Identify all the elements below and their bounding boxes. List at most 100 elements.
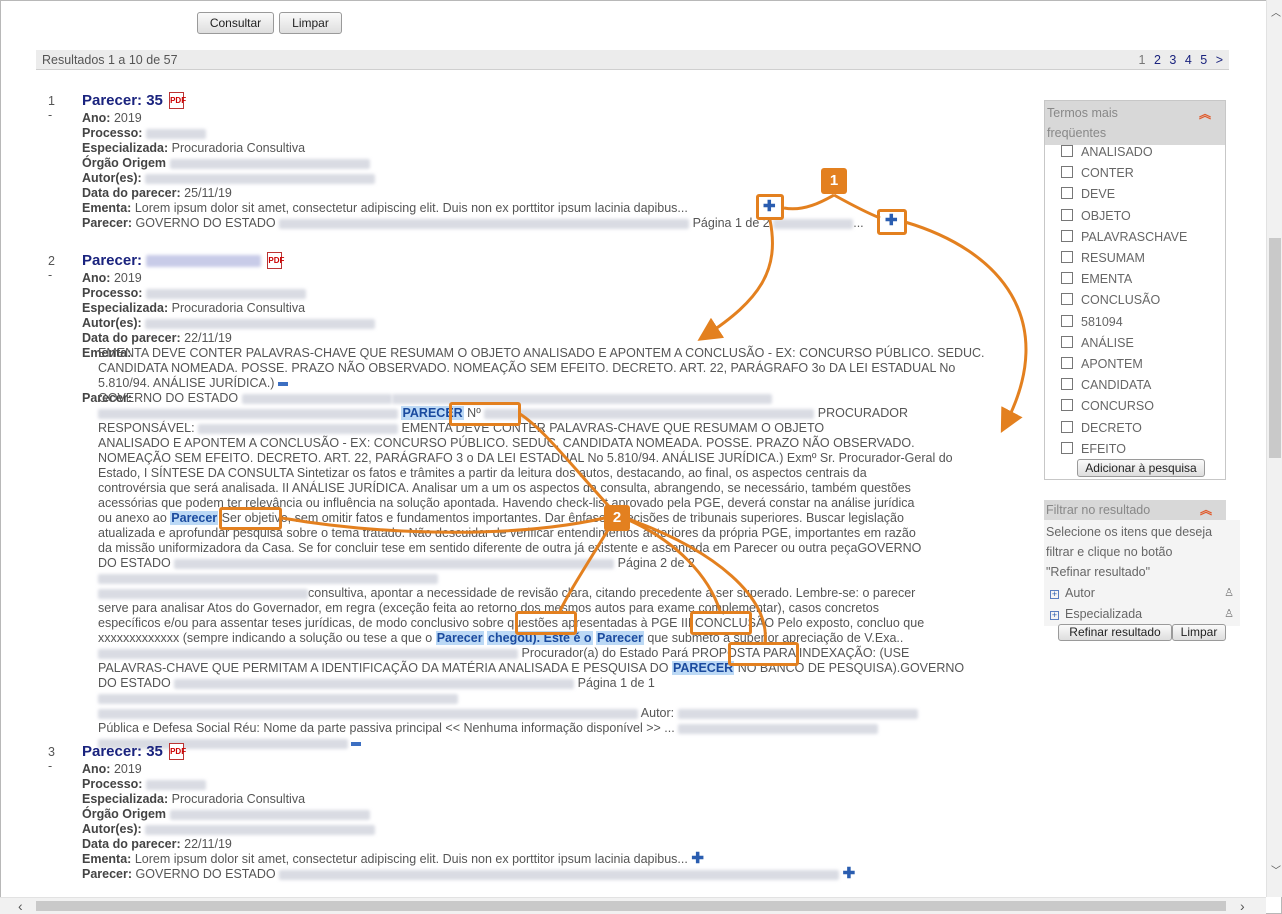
annotation-box	[449, 402, 521, 426]
scroll-right-icon[interactable]: ›	[1240, 898, 1245, 914]
result-index: 1 -	[48, 94, 55, 122]
collapse-icon[interactable]	[351, 741, 362, 746]
frequent-terms-panel: Termos mais freqüentes ︽ ANALISADO CONTER…	[1044, 100, 1226, 480]
annotation-badge-1: 1	[821, 168, 847, 194]
page-link[interactable]: 3	[1169, 53, 1176, 67]
clear-filter-button[interactable]: Limpar	[1172, 624, 1226, 641]
term-label: APONTEM	[1081, 357, 1143, 371]
page-link[interactable]: 5	[1200, 53, 1207, 67]
term-label: CONCURSO	[1081, 399, 1154, 414]
term-label: RESUMAM	[1081, 251, 1145, 265]
pdf-icon[interactable]: PDF	[169, 92, 186, 109]
parecer-text: GOVERNO DO ESTADO PARECER Nº PROCURADOR …	[98, 391, 994, 751]
term-checkbox-item[interactable]: ANALISADO	[1061, 145, 1153, 159]
page-next[interactable]: >	[1216, 53, 1223, 67]
term-checkbox-item[interactable]: DECRETO	[1061, 420, 1142, 435]
result-title[interactable]: Parecer: PDF	[82, 252, 284, 269]
checkbox[interactable]	[1061, 166, 1073, 179]
facet-especializada[interactable]: + Especializada	[1050, 607, 1142, 621]
term-checkbox-item[interactable]: 581094	[1061, 314, 1123, 329]
term-checkbox-item[interactable]: PALAVRASCHAVE	[1061, 229, 1187, 244]
results-bar: Resultados 1 a 10 de 57 1 2 3 4 5 >	[36, 50, 1229, 70]
term-label: CONTER	[1081, 166, 1134, 181]
page-link[interactable]: 4	[1185, 53, 1192, 67]
facet-autor[interactable]: + Autor	[1050, 586, 1095, 600]
checkbox[interactable]	[1061, 187, 1073, 200]
highlight-term: Parecer	[435, 631, 484, 645]
term-label: DECRETO	[1081, 420, 1142, 435]
checkbox[interactable]	[1061, 335, 1073, 348]
checkbox[interactable]	[1061, 293, 1073, 306]
collapse-chevron-icon[interactable]: ︽	[1200, 500, 1212, 520]
term-label: ANÁLISE	[1081, 335, 1134, 350]
scroll-up-icon[interactable]: ︿	[1271, 4, 1281, 19]
annotation-box	[728, 642, 799, 666]
checkbox[interactable]	[1061, 208, 1073, 221]
filter-panel: Filtrar no resultado ︽ Selecione os iten…	[1044, 500, 1240, 642]
result-index: 2 -	[48, 254, 55, 282]
term-checkbox-item[interactable]: OBJETO	[1061, 208, 1131, 223]
refine-button[interactable]: Refinar resultado	[1058, 624, 1172, 641]
term-checkbox-item[interactable]: RESUMAM	[1061, 251, 1145, 265]
scroll-thumb[interactable]	[1269, 238, 1281, 458]
annotation-badge-2: 2	[604, 505, 630, 531]
term-checkbox-item[interactable]: ANÁLISE	[1061, 335, 1134, 350]
horizontal-scrollbar[interactable]: ‹ ›	[0, 897, 1266, 914]
result-title[interactable]: Parecer: 35 PDF	[82, 743, 186, 760]
scroll-down-icon[interactable]: ﹀	[1271, 862, 1281, 877]
checkbox[interactable]	[1061, 378, 1073, 391]
results-count: Resultados 1 a 10 de 57	[42, 53, 178, 67]
term-checkbox-item[interactable]: EFEITO	[1061, 441, 1126, 456]
term-checkbox-item[interactable]: EMENTA	[1061, 272, 1132, 286]
annotation-box	[515, 611, 577, 635]
add-to-search-button[interactable]: Adicionar à pesquisa	[1077, 459, 1205, 477]
term-checkbox-item[interactable]: APONTEM	[1061, 357, 1143, 371]
checkbox[interactable]	[1061, 441, 1073, 454]
annotation-box	[877, 209, 907, 235]
panel-header: Termos mais freqüentes ︽	[1045, 101, 1225, 145]
collapse-chevron-icon[interactable]: ︽	[1199, 104, 1211, 124]
term-checkbox-item[interactable]: CONTER	[1061, 166, 1134, 180]
ementa-text: EMENTA DEVE CONTER PALAVRAS-CHAVE QUE RE…	[98, 346, 985, 390]
checkbox[interactable]	[1061, 145, 1073, 157]
term-label: EFEITO	[1081, 441, 1126, 456]
checkbox[interactable]	[1061, 314, 1073, 327]
checkbox[interactable]	[1061, 399, 1073, 412]
page-current: 1	[1138, 53, 1146, 67]
field-ementa: Lorem ipsum dolor sit amet, consectetur …	[134, 201, 688, 215]
field-ano: 2019	[113, 111, 142, 125]
vertical-scrollbar[interactable]: ︿ ﹀	[1266, 0, 1282, 897]
checkbox[interactable]	[1061, 272, 1073, 285]
pagination: 1 2 3 4 5 >	[1134, 53, 1224, 67]
broom-icon[interactable]: ♙	[1224, 586, 1234, 599]
term-label: ANALISADO	[1081, 145, 1153, 159]
checkbox[interactable]	[1061, 251, 1073, 263]
checkbox[interactable]	[1061, 357, 1073, 369]
term-label: CONCLUSÃO	[1081, 293, 1161, 308]
consultar-button[interactable]: Consultar	[197, 12, 274, 34]
expand-ementa-icon[interactable]: ✚	[691, 851, 704, 866]
annotation-box	[219, 507, 282, 530]
result-title[interactable]: Parecer: 35 PDF	[82, 92, 186, 109]
checkbox[interactable]	[1061, 420, 1073, 433]
checkbox[interactable]	[1061, 229, 1073, 242]
annotation-box	[690, 611, 752, 635]
scroll-thumb[interactable]	[36, 901, 1226, 911]
scroll-left-icon[interactable]: ‹	[18, 898, 23, 914]
field-especializada: Procuradoria Consultiva	[171, 141, 306, 155]
annotation-box	[756, 194, 784, 220]
limpar-button[interactable]: Limpar	[279, 12, 342, 34]
term-label: 581094	[1081, 314, 1123, 329]
pdf-icon[interactable]: PDF	[169, 743, 186, 760]
term-checkbox-item[interactable]: CANDIDATA	[1061, 378, 1151, 392]
collapse-icon[interactable]	[277, 381, 288, 386]
expand-parecer-icon[interactable]: ✚	[843, 866, 856, 881]
term-checkbox-item[interactable]: CONCLUSÃO	[1061, 293, 1160, 307]
term-label: OBJETO	[1081, 208, 1131, 223]
page-link[interactable]: 2	[1154, 53, 1161, 67]
pdf-icon[interactable]: PDF	[267, 252, 284, 269]
broom-icon[interactable]: ♙	[1224, 607, 1234, 620]
term-checkbox-item[interactable]: DEVE	[1061, 187, 1115, 201]
field-data: 25/11/19	[184, 186, 232, 200]
term-checkbox-item[interactable]: CONCURSO	[1061, 399, 1154, 413]
